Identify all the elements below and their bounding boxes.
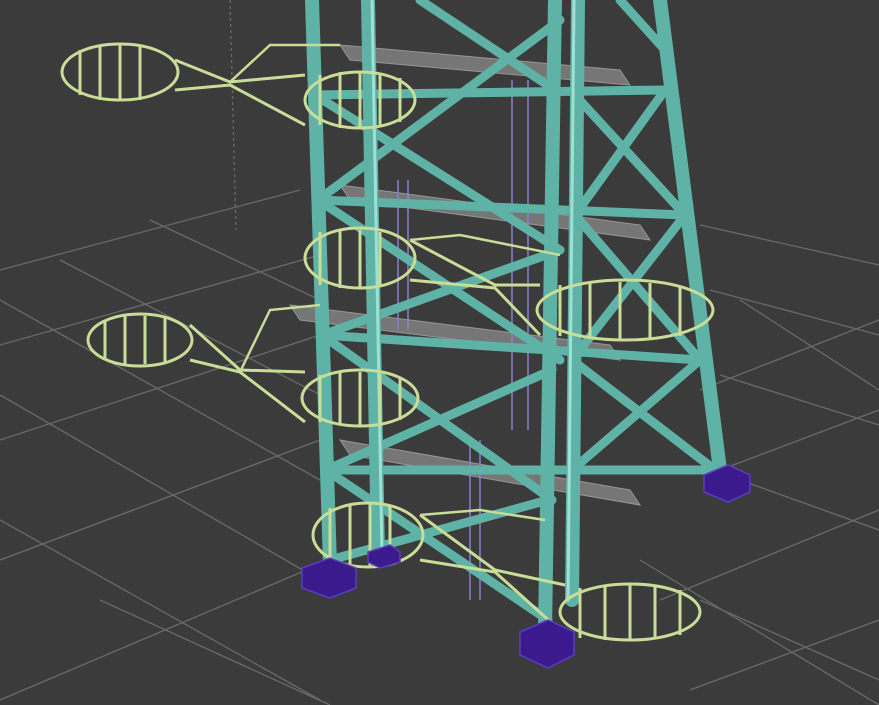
cage-lower (311, 501, 702, 642)
tower-lattice (305, 0, 727, 637)
foundation-center (519, 619, 575, 669)
3d-viewport[interactable] (0, 0, 879, 705)
scene (0, 0, 879, 705)
